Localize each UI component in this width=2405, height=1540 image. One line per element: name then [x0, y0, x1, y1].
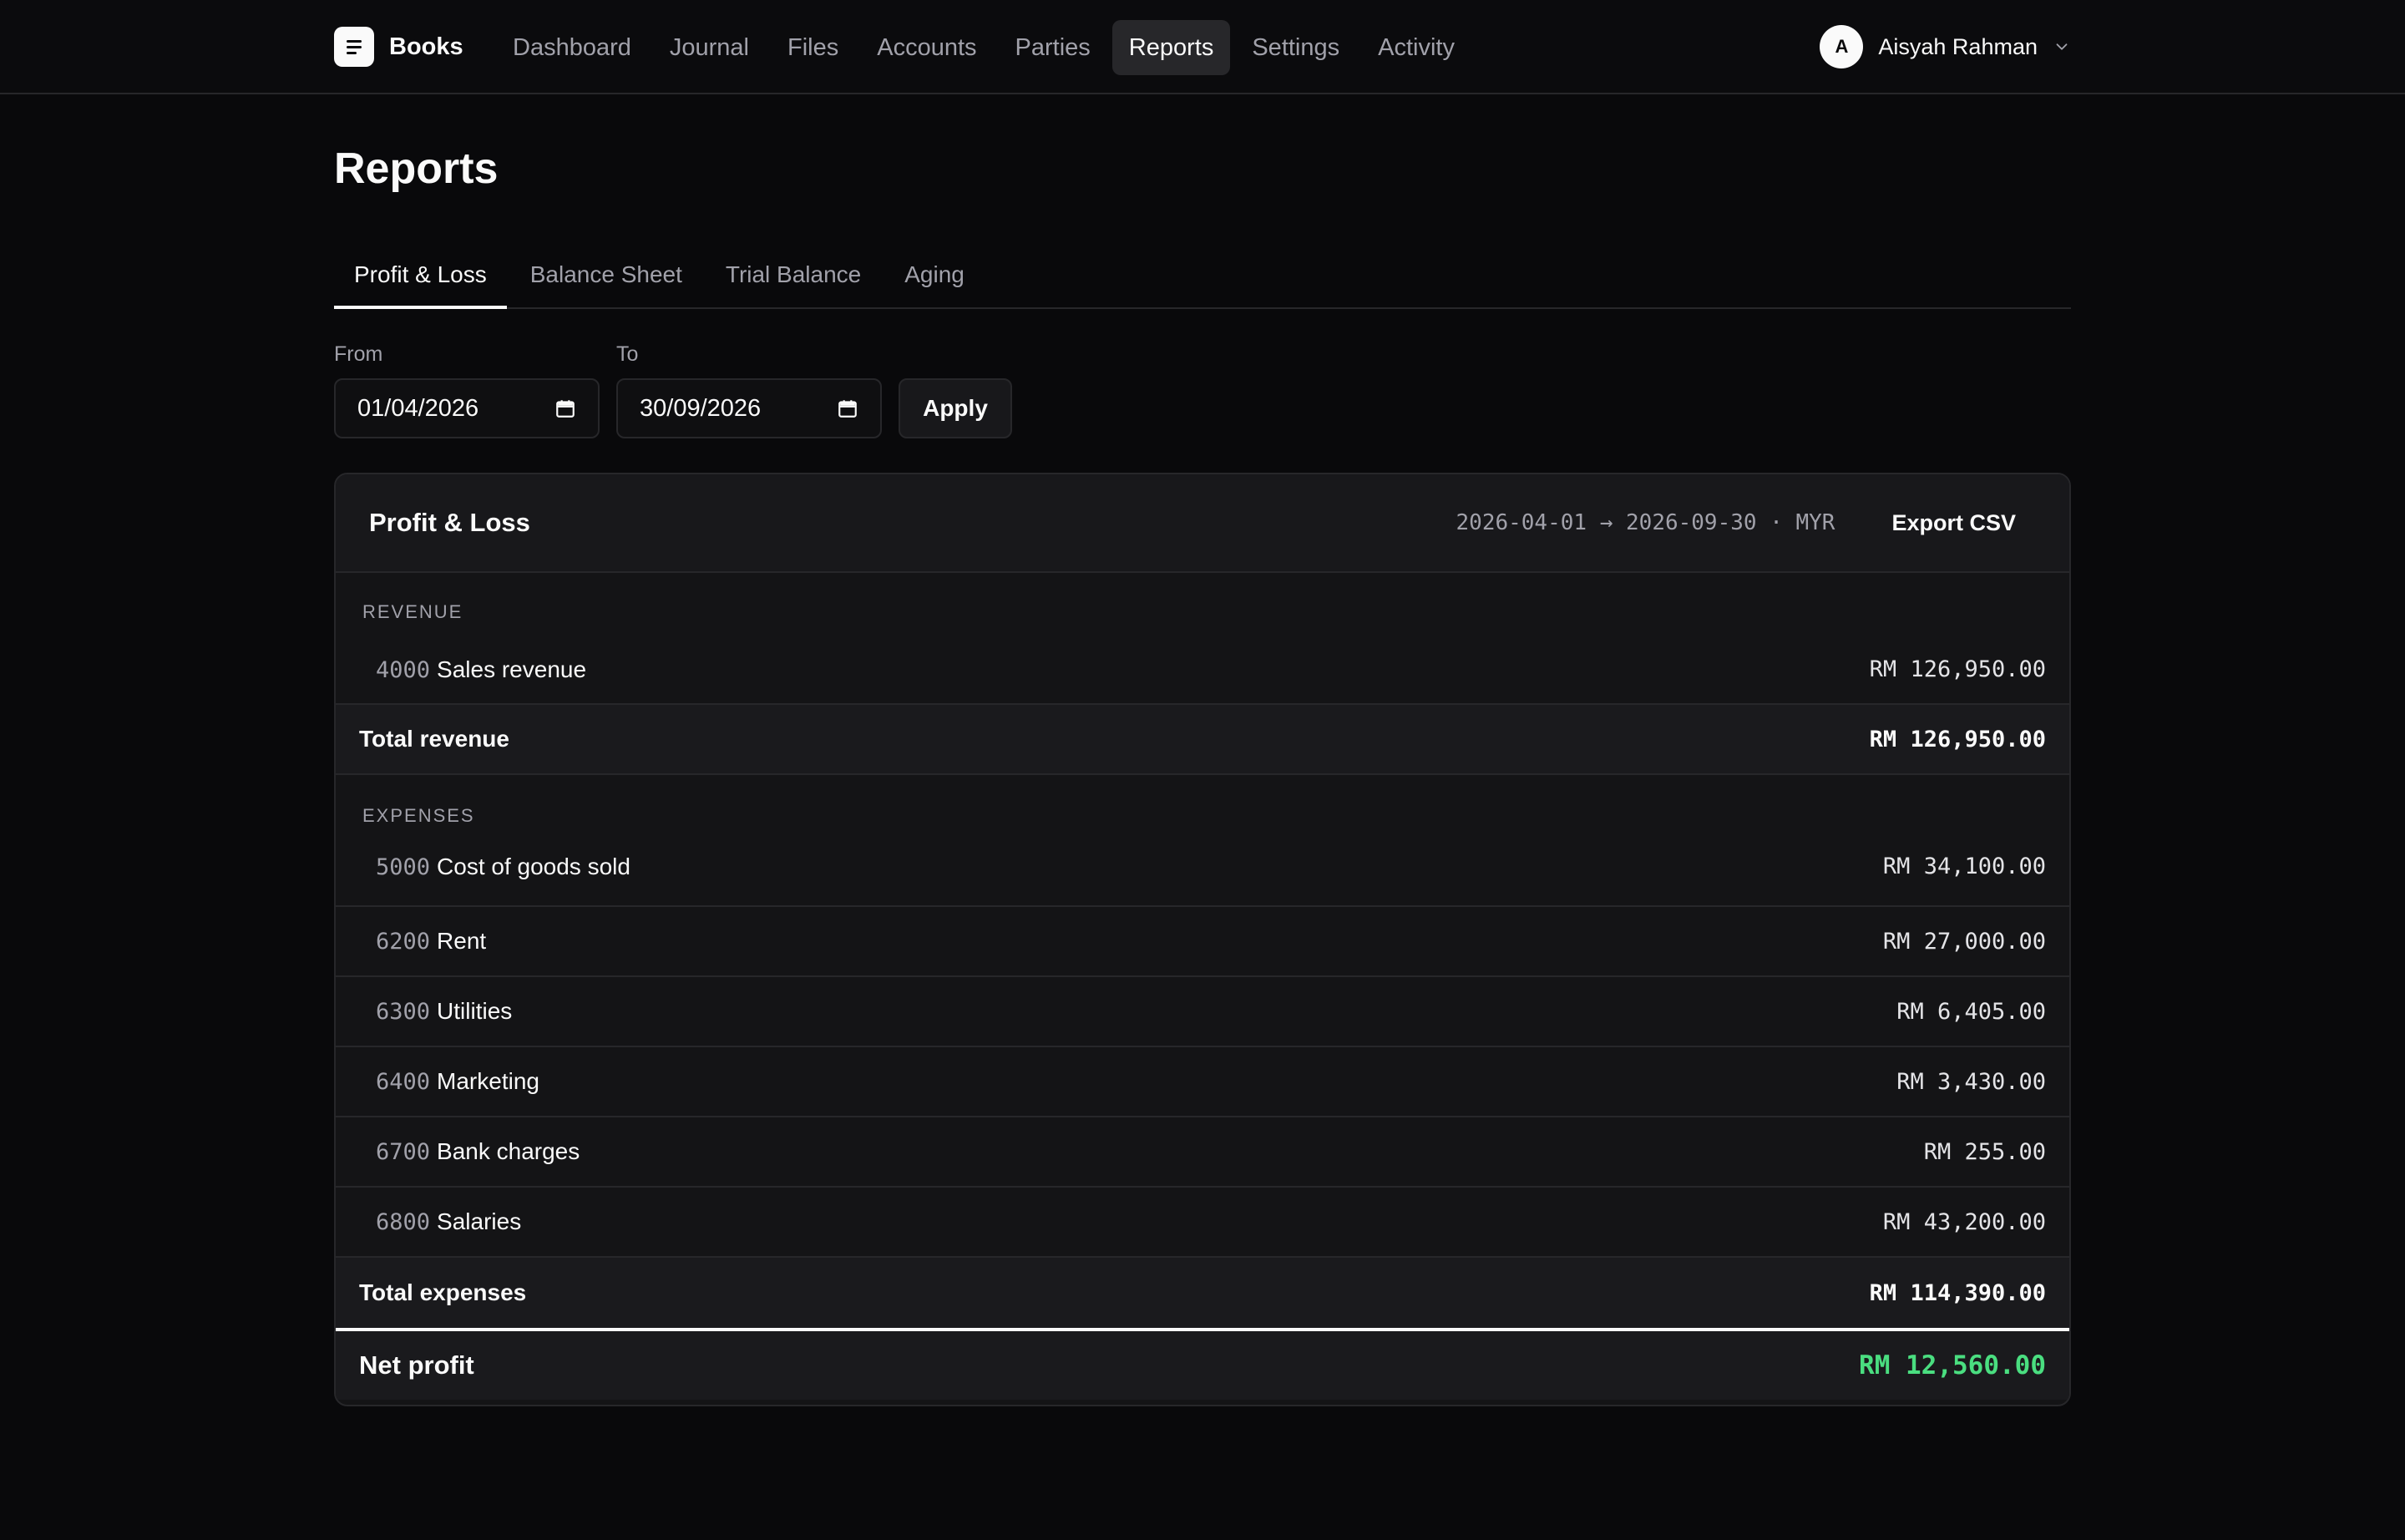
- account-amount: RM 34,100.00: [1882, 854, 2046, 879]
- to-label: To: [616, 342, 639, 366]
- account-name: Sales revenue: [437, 656, 587, 682]
- calendar-icon[interactable]: [837, 398, 858, 419]
- apply-button[interactable]: Apply: [899, 378, 1012, 438]
- nav-item-accounts[interactable]: Accounts: [860, 20, 993, 75]
- table-row: 6400 Marketing RM 3,430.00: [336, 1047, 2069, 1117]
- table-row: 6800 Salaries RM 43,200.00: [336, 1188, 2069, 1258]
- total-revenue-row: Total revenue RM 126,950.00: [336, 705, 2069, 775]
- account-amount: RM 43,200.00: [1882, 1208, 2046, 1235]
- account-name: Cost of goods sold: [437, 854, 630, 879]
- account-cell: 4000 Sales revenue: [376, 656, 586, 683]
- top-nav-bar: Books Dashboard Journal Files Accounts P…: [0, 0, 2405, 94]
- expenses-section-label: EXPENSES: [362, 805, 475, 826]
- account-amount: RM 126,950.00: [1869, 656, 2046, 682]
- table-row: 6200 Rent RM 27,000.00: [336, 907, 2069, 977]
- account-code: 6800: [376, 1208, 431, 1235]
- brand[interactable]: Books: [334, 27, 463, 67]
- nav-item-journal[interactable]: Journal: [653, 20, 766, 75]
- to-date-value: 30/09/2026: [640, 394, 762, 422]
- tab-trial-balance[interactable]: Trial Balance: [706, 242, 881, 307]
- nav-item-dashboard[interactable]: Dashboard: [496, 20, 648, 75]
- net-profit-row: Net profit RM 12,560.00: [336, 1328, 2069, 1400]
- tab-balance-sheet[interactable]: Balance Sheet: [510, 242, 702, 307]
- total-revenue-label: Total revenue: [359, 726, 509, 752]
- main-nav: Dashboard Journal Files Accounts Parties…: [496, 20, 1471, 75]
- account-name: Marketing: [437, 1068, 539, 1094]
- account-name: Rent: [437, 928, 487, 954]
- date-filters: From 01/04/2026 To 30/09/2026 Apply: [334, 342, 1012, 438]
- brand-name: Books: [389, 33, 463, 60]
- total-expenses-amount: RM 114,390.00: [1869, 1279, 2046, 1306]
- account-code: 6400: [376, 1068, 431, 1095]
- table-row: 5000 Cost of goods sold RM 34,100.00: [336, 847, 2069, 907]
- export-csv-button[interactable]: Export CSV: [1871, 504, 2036, 543]
- report-range: 2026-04-01 → 2026-09-30 · MYR: [1456, 510, 1835, 535]
- table-row: 6700 Bank charges RM 255.00: [336, 1117, 2069, 1188]
- nav-item-files[interactable]: Files: [771, 20, 855, 75]
- account-cell: 6700 Bank charges: [376, 1138, 580, 1165]
- total-revenue-amount: RM 126,950.00: [1869, 726, 2046, 752]
- calendar-icon[interactable]: [554, 398, 576, 419]
- report-header: Profit & Loss 2026-04-01 → 2026-09-30 · …: [336, 474, 2069, 573]
- chevron-down-icon: [2056, 43, 2068, 50]
- account-code: 6300: [376, 998, 431, 1025]
- account-amount: RM 255.00: [1923, 1138, 2046, 1165]
- account-name: Utilities: [437, 998, 513, 1024]
- account-amount: RM 3,430.00: [1896, 1068, 2046, 1095]
- account-cell: 6200 Rent: [376, 928, 486, 955]
- table-row: 4000 Sales revenue RM 126,950.00: [336, 656, 2069, 705]
- account-name: Salaries: [437, 1208, 522, 1234]
- account-cell: 6800 Salaries: [376, 1208, 521, 1235]
- total-expenses-row: Total expenses RM 114,390.00: [336, 1258, 2069, 1328]
- to-date-input[interactable]: 30/09/2026: [616, 378, 882, 438]
- profit-loss-report: Profit & Loss 2026-04-01 → 2026-09-30 · …: [334, 473, 2071, 1406]
- account-code: 4000: [376, 656, 431, 683]
- page-title: Reports: [334, 144, 499, 193]
- nav-item-parties[interactable]: Parties: [999, 20, 1107, 75]
- from-field: From 01/04/2026: [334, 342, 600, 438]
- to-field: To 30/09/2026: [616, 342, 882, 438]
- net-profit-amount: RM 12,560.00: [1859, 1350, 2046, 1380]
- from-date-value: 01/04/2026: [357, 394, 479, 422]
- account-cell: 6300 Utilities: [376, 998, 512, 1025]
- user-name: Aisyah Rahman: [1878, 33, 2038, 59]
- nav-item-settings[interactable]: Settings: [1235, 20, 1356, 75]
- books-logo-icon: [334, 27, 374, 67]
- from-date-input[interactable]: 01/04/2026: [334, 378, 600, 438]
- report-meta: 2026-04-01 → 2026-09-30 · MYR Export CSV: [1456, 504, 2036, 543]
- net-profit-label: Net profit: [359, 1350, 474, 1380]
- account-code: 6700: [376, 1138, 431, 1165]
- avatar: A: [1820, 25, 1864, 68]
- account-code: 5000: [376, 854, 431, 880]
- from-label: From: [334, 342, 383, 366]
- account-cell: 5000 Cost of goods sold: [376, 854, 630, 880]
- account-amount: RM 6,405.00: [1896, 998, 2046, 1025]
- account-code: 6200: [376, 928, 431, 955]
- report-tabs: Profit & Loss Balance Sheet Trial Balanc…: [334, 242, 2071, 309]
- nav-item-activity[interactable]: Activity: [1361, 20, 1471, 75]
- revenue-section-label: REVENUE: [362, 601, 463, 622]
- total-expenses-label: Total expenses: [359, 1279, 527, 1305]
- tab-aging[interactable]: Aging: [884, 242, 985, 307]
- nav-item-reports[interactable]: Reports: [1111, 20, 1231, 75]
- account-amount: RM 27,000.00: [1882, 928, 2046, 955]
- tab-profit-and-loss[interactable]: Profit & Loss: [334, 242, 507, 309]
- user-menu[interactable]: A Aisyah Rahman: [1820, 23, 2071, 70]
- table-row: 6300 Utilities RM 6,405.00: [336, 977, 2069, 1047]
- account-name: Bank charges: [437, 1138, 580, 1164]
- report-title: Profit & Loss: [369, 508, 530, 537]
- account-cell: 6400 Marketing: [376, 1068, 539, 1095]
